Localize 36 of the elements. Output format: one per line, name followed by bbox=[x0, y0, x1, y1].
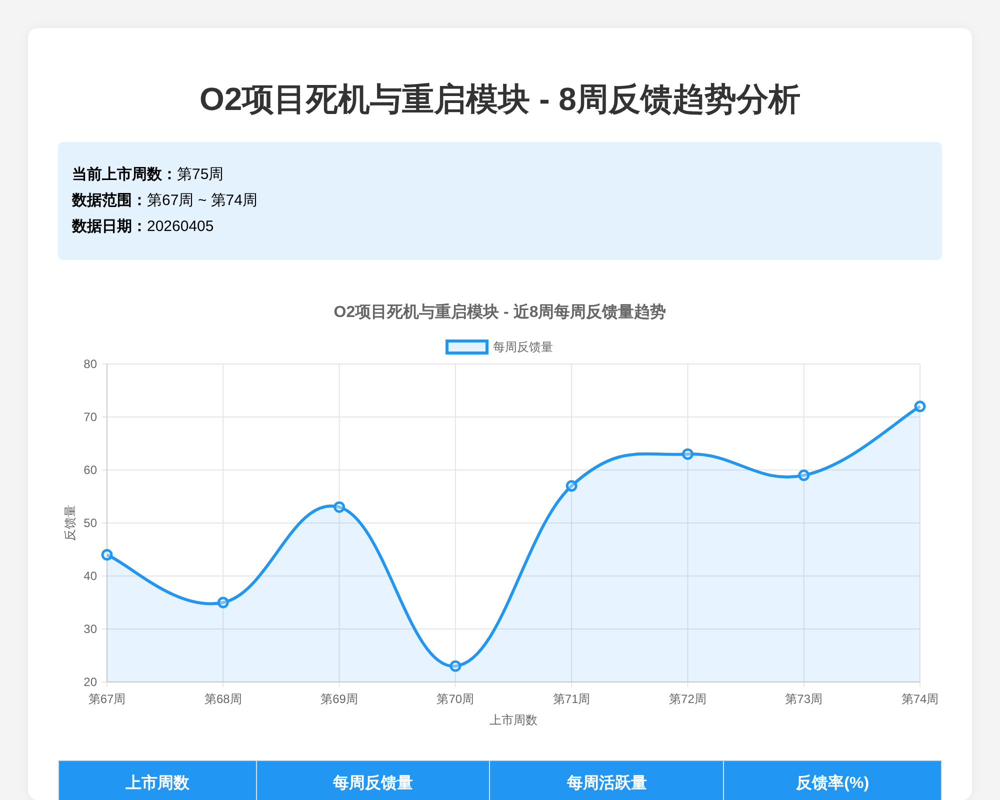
x-axis-title: 上市周数 bbox=[490, 713, 538, 728]
info-line: 数据日期：20260405 bbox=[72, 217, 215, 238]
x-tick-label: 第74周 bbox=[901, 692, 939, 706]
x-tick-label: 第71周 bbox=[552, 692, 590, 706]
y-tick-label: 80 bbox=[84, 357, 97, 372]
data-point bbox=[334, 502, 346, 514]
x-tick-label: 第68周 bbox=[204, 692, 242, 706]
x-tick-label: 第72周 bbox=[669, 692, 706, 706]
y-tick-label: 30 bbox=[84, 622, 97, 636]
legend-swatch[interactable] bbox=[446, 340, 488, 355]
x-tick-label: 第70周 bbox=[436, 692, 474, 706]
y-tick-label: 60 bbox=[84, 463, 97, 478]
data-point bbox=[798, 470, 810, 482]
data-point bbox=[682, 448, 694, 460]
y-tick-label: 70 bbox=[84, 410, 97, 424]
y-axis-title: 反馈量 bbox=[63, 505, 77, 542]
column-header: 反馈率(%) bbox=[724, 760, 942, 800]
legend-label: 每周反馈量 bbox=[493, 340, 553, 354]
page-title: O2项目死机与重启模块 - 8周反馈趋势分析 bbox=[198, 80, 802, 118]
y-tick-label: 40 bbox=[84, 569, 97, 584]
y-tick-label: 50 bbox=[84, 516, 97, 530]
data-point bbox=[101, 549, 113, 561]
x-tick-label: 第69周 bbox=[320, 692, 358, 706]
chart-title: O2项目死机与重启模块 - 近8周每周反馈量趋势 bbox=[334, 304, 666, 322]
data-point bbox=[566, 480, 578, 492]
column-header: 每周活跃量 bbox=[490, 760, 724, 800]
x-tick-label: 第67周 bbox=[88, 692, 126, 706]
info-line: 数据范围：第67周 ~ 第74周 bbox=[72, 191, 258, 212]
column-header: 每周反馈量 bbox=[256, 760, 490, 800]
data-point bbox=[450, 660, 462, 672]
info-line: 当前上市周数：第75周 bbox=[72, 165, 225, 186]
y-tick-label: 20 bbox=[84, 675, 97, 690]
data-point bbox=[217, 597, 229, 609]
column-header: 上市周数 bbox=[58, 760, 256, 800]
x-tick-label: 第73周 bbox=[785, 692, 823, 706]
data-point bbox=[914, 401, 926, 413]
